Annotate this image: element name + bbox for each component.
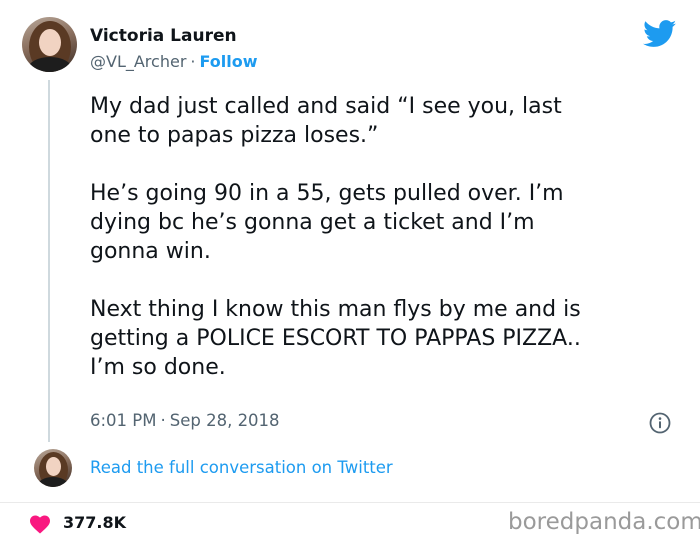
tweet-text: My dad just called and said “I see you, … (90, 94, 581, 380)
author-avatar[interactable] (22, 17, 77, 72)
twitter-bird-icon[interactable] (643, 20, 677, 48)
follow-button[interactable]: Follow (199, 52, 257, 71)
timestamp-separator: · (160, 411, 166, 430)
tweet-date[interactable]: Sep 28, 2018 (170, 411, 280, 430)
watermark: boredpanda.com (508, 509, 700, 535)
like-count[interactable]: 377.8K (63, 513, 126, 532)
divider (0, 502, 700, 503)
tweet-time[interactable]: 6:01 PM (90, 411, 156, 430)
tweet-timestamp[interactable]: 6:01 PM · Sep 28, 2018 (90, 411, 280, 430)
heart-icon[interactable] (29, 514, 51, 534)
author-name[interactable]: Victoria Lauren (90, 26, 237, 46)
info-icon[interactable] (649, 412, 671, 434)
conversation-avatar[interactable] (34, 449, 72, 487)
author-handle-row: @VL_Archer · Follow (90, 52, 258, 71)
handle-separator: · (190, 52, 196, 71)
read-conversation-link[interactable]: Read the full conversation on Twitter (90, 458, 393, 477)
author-handle[interactable]: @VL_Archer (90, 52, 186, 71)
thread-line (48, 80, 50, 442)
